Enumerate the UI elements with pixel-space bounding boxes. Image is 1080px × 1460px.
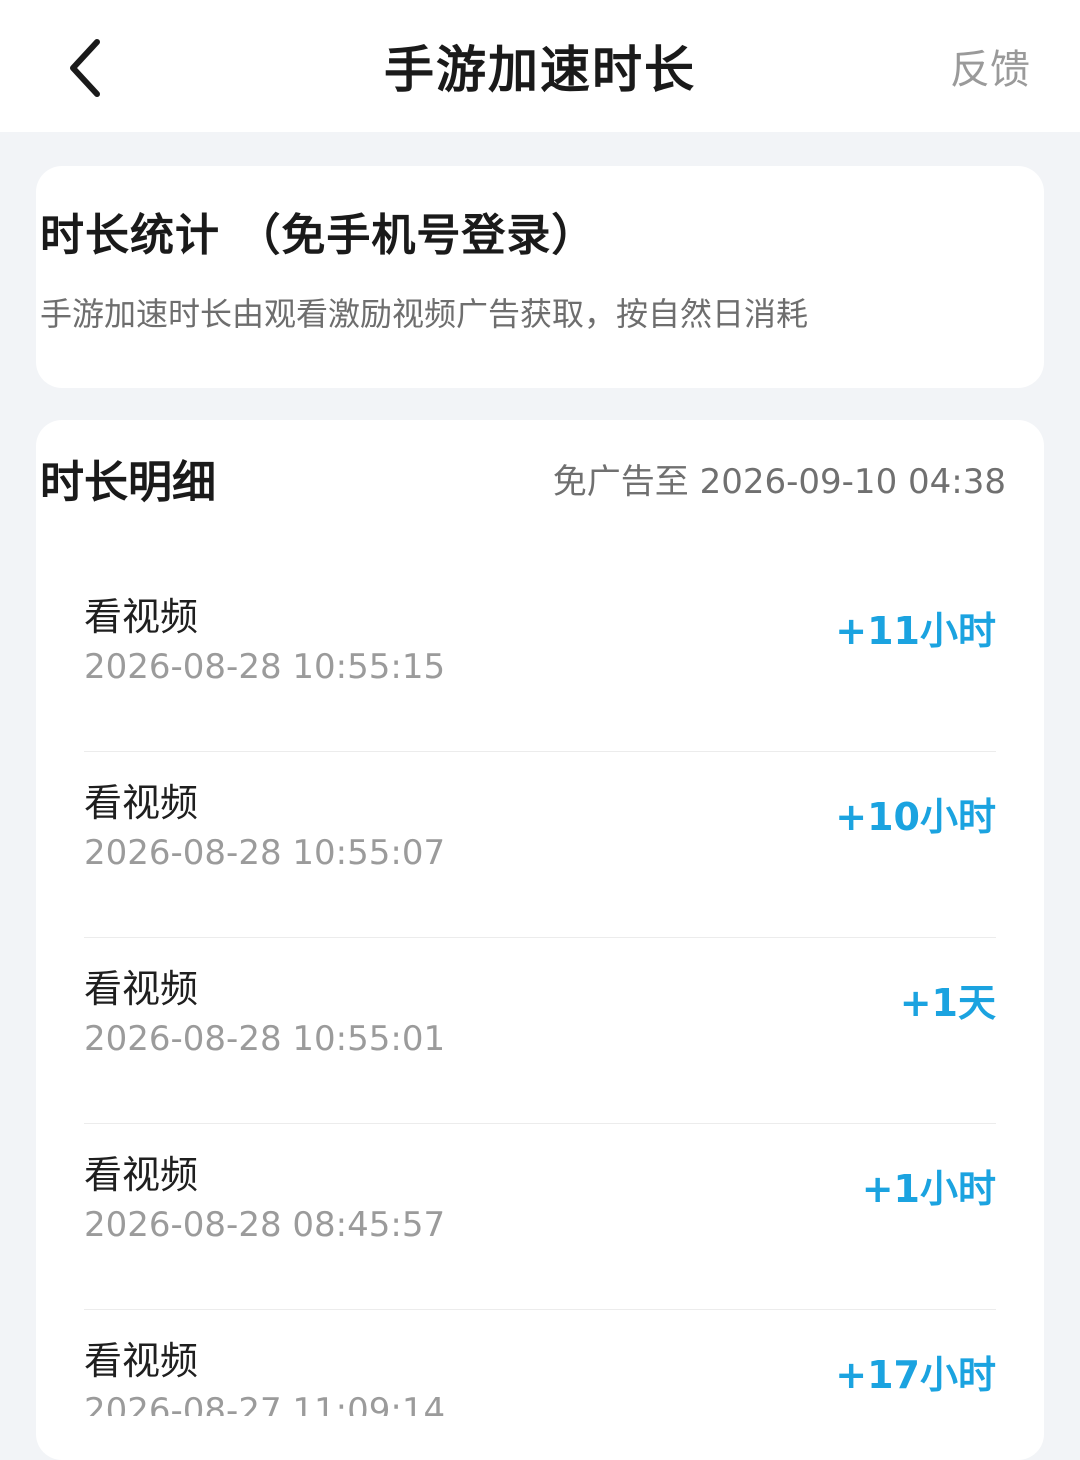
record-amount: +1小时 <box>861 1167 996 1211</box>
record-time: 2026-08-28 10:55:07 <box>84 833 446 873</box>
page-title: 手游加速时长 <box>384 41 696 99</box>
stats-description: 手游加速时长由观看激励视频广告获取，按自然日消耗 <box>40 295 809 333</box>
record-time: 2026-08-28 08:45:57 <box>84 1205 446 1245</box>
record-time: 2026-08-27 11:09:14 <box>84 1391 446 1416</box>
list-item[interactable]: 看视频 2026-08-28 08:45:57 +1小时 <box>84 1124 996 1310</box>
duration-stats-card <box>36 166 1044 388</box>
list-item[interactable]: 看视频 2026-08-28 10:55:07 +10小时 <box>84 752 996 938</box>
top-bar: 手游加速时长 反馈 <box>0 0 1080 132</box>
record-amount: +11小时 <box>835 609 996 653</box>
record-label: 看视频 <box>84 781 199 825</box>
record-label: 看视频 <box>84 595 199 639</box>
record-label: 看视频 <box>84 967 199 1011</box>
record-time: 2026-08-28 10:55:01 <box>84 1019 446 1059</box>
record-amount: +10小时 <box>835 795 996 839</box>
record-label: 看视频 <box>84 1153 199 1197</box>
adfree-until-text: 免广告至 2026-09-10 04:38 <box>552 462 1006 502</box>
record-amount: +17小时 <box>835 1353 996 1397</box>
list-item[interactable]: 看视频 2026-08-28 10:55:15 +11小时 <box>84 566 996 752</box>
feedback-button[interactable]: 反馈 <box>950 42 1030 98</box>
detail-title: 时长明细 <box>40 457 216 508</box>
record-time: 2026-08-28 10:55:15 <box>84 647 446 687</box>
list-item[interactable]: 看视频 2026-08-28 10:55:01 +1天 <box>84 938 996 1124</box>
record-amount: +1天 <box>899 981 996 1025</box>
stats-title: 时长统计 （免手机号登录） <box>40 210 597 261</box>
list-item[interactable]: 看视频 2026-08-27 11:09:14 +17小时 <box>84 1310 996 1416</box>
record-label: 看视频 <box>84 1339 199 1383</box>
